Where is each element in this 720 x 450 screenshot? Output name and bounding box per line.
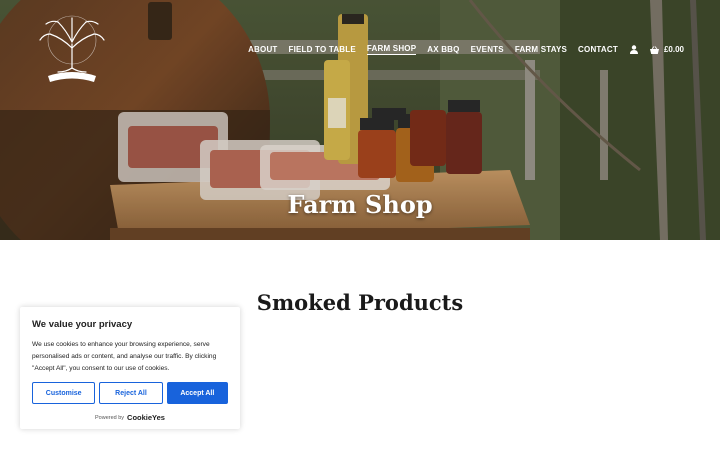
- nav-farm-stays[interactable]: FARM STAYS: [515, 45, 567, 54]
- powered-by: Powered by CookieYes: [32, 413, 228, 422]
- cookieyes-logo[interactable]: CookieYes: [127, 413, 165, 422]
- cookie-body: We use cookies to enhance your browsing …: [32, 341, 217, 372]
- nav-field-to-table[interactable]: FIELD TO TABLE: [289, 45, 356, 54]
- nav-contact[interactable]: CONTACT: [578, 45, 618, 54]
- hero-title: Farm Shop: [287, 190, 433, 219]
- site-logo[interactable]: [36, 10, 108, 86]
- nav-events[interactable]: EVENTS: [471, 45, 504, 54]
- cookie-buttons: Customise Reject All Accept All: [32, 382, 228, 404]
- cookie-consent-banner: We value your privacy We use cookies to …: [20, 307, 240, 429]
- user-icon[interactable]: [629, 45, 639, 55]
- nav-farm-shop[interactable]: FARM SHOP: [366, 44, 417, 55]
- tree-logo-icon: [39, 15, 105, 82]
- powered-by-label: Powered by: [95, 414, 125, 421]
- nav-ax-bbq[interactable]: AX BBQ: [427, 45, 459, 54]
- cart-button[interactable]: £0.00: [650, 45, 684, 55]
- reject-all-button[interactable]: Reject All: [99, 382, 163, 404]
- nav-about[interactable]: ABOUT: [248, 45, 277, 54]
- hero-banner: ABOUT FIELD TO TABLE FARM SHOP AX BBQ EV…: [0, 0, 720, 240]
- cart-total: £0.00: [663, 45, 684, 54]
- cookie-heading: We value your privacy: [32, 319, 133, 330]
- customise-button[interactable]: Customise: [32, 382, 96, 404]
- accept-all-button[interactable]: Accept All: [166, 382, 228, 404]
- basket-icon: [650, 45, 660, 55]
- main-nav: ABOUT FIELD TO TABLE FARM SHOP AX BBQ EV…: [248, 44, 684, 55]
